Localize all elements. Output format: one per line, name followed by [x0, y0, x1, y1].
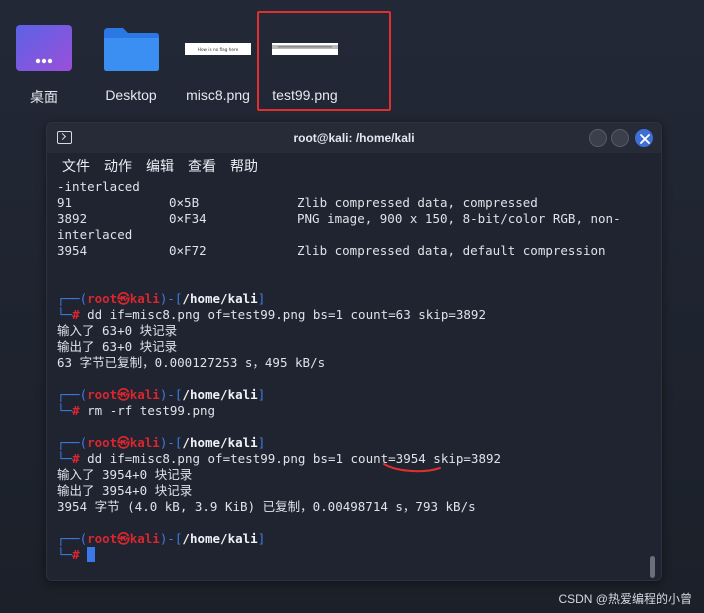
- menu-action[interactable]: 动作: [104, 156, 132, 176]
- misc8-label: misc8.png: [186, 87, 250, 103]
- terminal-line: -interlaced: [57, 179, 140, 194]
- desktop-folder-icon: [0, 20, 88, 78]
- prompt-line: ┌──(root㉿kali)-[/home/kali]: [57, 531, 266, 546]
- output-line: 输入了 63+0 块记录: [57, 323, 178, 338]
- maximize-button[interactable]: [611, 129, 629, 147]
- prompt-line: ┌──(root㉿kali)-[/home/kali]: [57, 387, 266, 402]
- image-thumbnail-icon: How is no flag here: [174, 20, 262, 78]
- command-line: └─# dd if=misc8.png of=test99.png bs=1 c…: [57, 307, 486, 322]
- window-title: root@kali: /home/kali: [293, 131, 415, 145]
- folder-icon: [87, 20, 175, 78]
- menu-help[interactable]: 帮助: [230, 156, 258, 176]
- desktop-shortcut[interactable]: 桌面: [0, 10, 88, 105]
- terminal-line: interlaced: [57, 227, 133, 242]
- folder-label: Desktop: [105, 87, 157, 103]
- terminal-window[interactable]: root@kali: /home/kali 文件 动作 编辑 查看 帮助 -in…: [46, 122, 662, 581]
- menu-bar: 文件 动作 编辑 查看 帮助: [47, 153, 661, 179]
- command-line: └─# rm -rf test99.png: [57, 403, 216, 418]
- red-highlight-box: [257, 11, 391, 111]
- terminal-line: 3954 0×F72 Zlib compressed data, default c…: [57, 243, 606, 258]
- command-line[interactable]: └─#: [57, 547, 649, 563]
- menu-view[interactable]: 查看: [188, 156, 216, 176]
- scrollbar[interactable]: [650, 556, 655, 578]
- desktop-folder-shortcut[interactable]: Desktop: [87, 10, 175, 105]
- text-cursor: [87, 547, 96, 562]
- prompt-line: ┌──(root㉿kali)-[/home/kali]: [57, 435, 266, 450]
- misc8-file[interactable]: How is no flag here misc8.png: [174, 10, 262, 105]
- desktop-label: 桌面: [30, 89, 58, 105]
- prompt-line: ┌──(root㉿kali)-[/home/kali]: [57, 291, 266, 306]
- close-icon: [640, 134, 650, 144]
- terminal-output[interactable]: -interlaced 91 0×5B Zlib compressed data, …: [47, 179, 649, 580]
- title-bar[interactable]: root@kali: /home/kali: [47, 123, 661, 153]
- close-button[interactable]: [635, 129, 653, 147]
- output-line: 输出了 3954+0 块记录: [57, 483, 193, 498]
- output-line: 3954 字节 (4.0 kB, 3.9 KiB) 已复制，0.00498714…: [57, 499, 476, 514]
- thumb-caption: How is no flag here: [198, 47, 239, 52]
- command-line: └─# dd if=misc8.png of=test99.png bs=1 c…: [57, 451, 502, 466]
- output-line: 输出了 63+0 块记录: [57, 339, 178, 354]
- desktop: 桌面 Desktop How is no flag here misc8.png: [0, 0, 704, 613]
- terminal-icon: [57, 131, 72, 144]
- terminal-line: 91 0×5B Zlib compressed data, compressed: [57, 195, 538, 210]
- menu-file[interactable]: 文件: [62, 156, 90, 176]
- terminal-line: 3892 0×F34 PNG image, 900 x 150, 8-bit/col…: [57, 211, 621, 226]
- menu-edit[interactable]: 编辑: [146, 156, 174, 176]
- minimize-button[interactable]: [589, 129, 607, 147]
- output-line: 63 字节已复制，0.000127253 s，495 kB/s: [57, 355, 326, 370]
- output-line: 输入了 3954+0 块记录: [57, 467, 193, 482]
- watermark: CSDN @热爱编程的小曾: [558, 592, 692, 606]
